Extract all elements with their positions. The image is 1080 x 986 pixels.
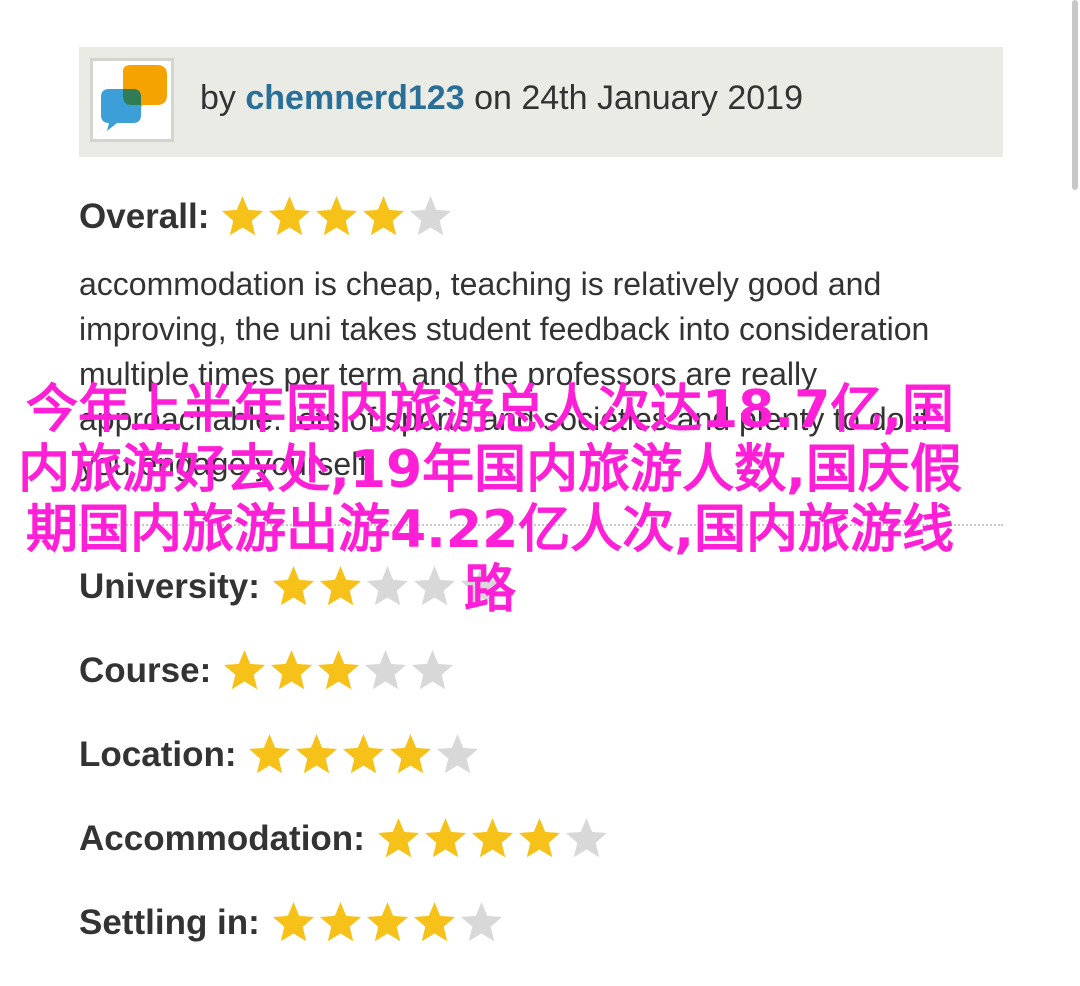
star-filled-icon: [413, 901, 455, 942]
author-link[interactable]: chemnerd123: [245, 79, 464, 117]
star-empty-icon: [413, 565, 455, 606]
star-filled-icon: [269, 195, 311, 236]
overall-rating-row: Overall:: [79, 193, 454, 240]
byline-prefix: by: [200, 79, 236, 117]
rating-row-settling-in: Settling in:: [79, 899, 505, 946]
star-empty-icon: [365, 649, 407, 690]
rating-label: Location:: [79, 734, 237, 774]
star-filled-icon: [319, 565, 361, 606]
star-empty-icon: [366, 565, 408, 606]
speech-bubbles-icon: [101, 65, 167, 131]
star-filled-icon: [249, 733, 291, 774]
star-filled-icon: [377, 817, 419, 858]
star-filled-icon: [272, 565, 314, 606]
star-empty-icon: [565, 817, 607, 858]
avatar[interactable]: [90, 58, 174, 142]
overall-label: Overall:: [79, 196, 210, 236]
rating-row-university: University:: [79, 563, 505, 610]
star-filled-icon: [316, 195, 358, 236]
overall-stars: [219, 193, 454, 240]
rating-label: Settling in:: [79, 902, 260, 942]
rating-label: University:: [79, 566, 260, 606]
rating-label: Course:: [79, 650, 212, 690]
star-filled-icon: [343, 733, 385, 774]
rating-row-location: Location:: [79, 731, 481, 778]
star-filled-icon: [272, 901, 314, 942]
rating-stars: [221, 647, 456, 694]
star-filled-icon: [390, 733, 432, 774]
rating-stars: [375, 815, 610, 862]
rating-stars: [270, 899, 505, 946]
rating-stars: [270, 563, 505, 610]
star-empty-icon: [410, 195, 452, 236]
star-empty-icon: [460, 901, 502, 942]
star-empty-icon: [460, 565, 502, 606]
review-text: accommodation is cheap, teaching is rela…: [79, 266, 930, 482]
star-filled-icon: [271, 649, 313, 690]
star-empty-icon: [412, 649, 454, 690]
star-filled-icon: [363, 195, 405, 236]
review-card: by chemnerd123 on 24th January 2019 Over…: [0, 0, 1080, 986]
star-filled-icon: [318, 649, 360, 690]
star-filled-icon: [471, 817, 513, 858]
star-filled-icon: [518, 817, 560, 858]
divider: [79, 524, 1003, 526]
rating-row-accommodation: Accommodation:: [79, 815, 610, 862]
rating-row-course: Course:: [79, 647, 456, 694]
byline: by chemnerd123 on 24th January 2019: [200, 79, 803, 118]
star-filled-icon: [222, 195, 264, 236]
star-empty-icon: [437, 733, 479, 774]
author-bar: by chemnerd123 on 24th January 2019: [79, 47, 1003, 157]
star-filled-icon: [366, 901, 408, 942]
star-filled-icon: [424, 817, 466, 858]
star-filled-icon: [296, 733, 338, 774]
star-filled-icon: [224, 649, 266, 690]
review-date: on 24th January 2019: [474, 79, 803, 117]
rating-label: Accommodation:: [79, 818, 365, 858]
star-filled-icon: [319, 901, 361, 942]
rating-stars: [246, 731, 481, 778]
